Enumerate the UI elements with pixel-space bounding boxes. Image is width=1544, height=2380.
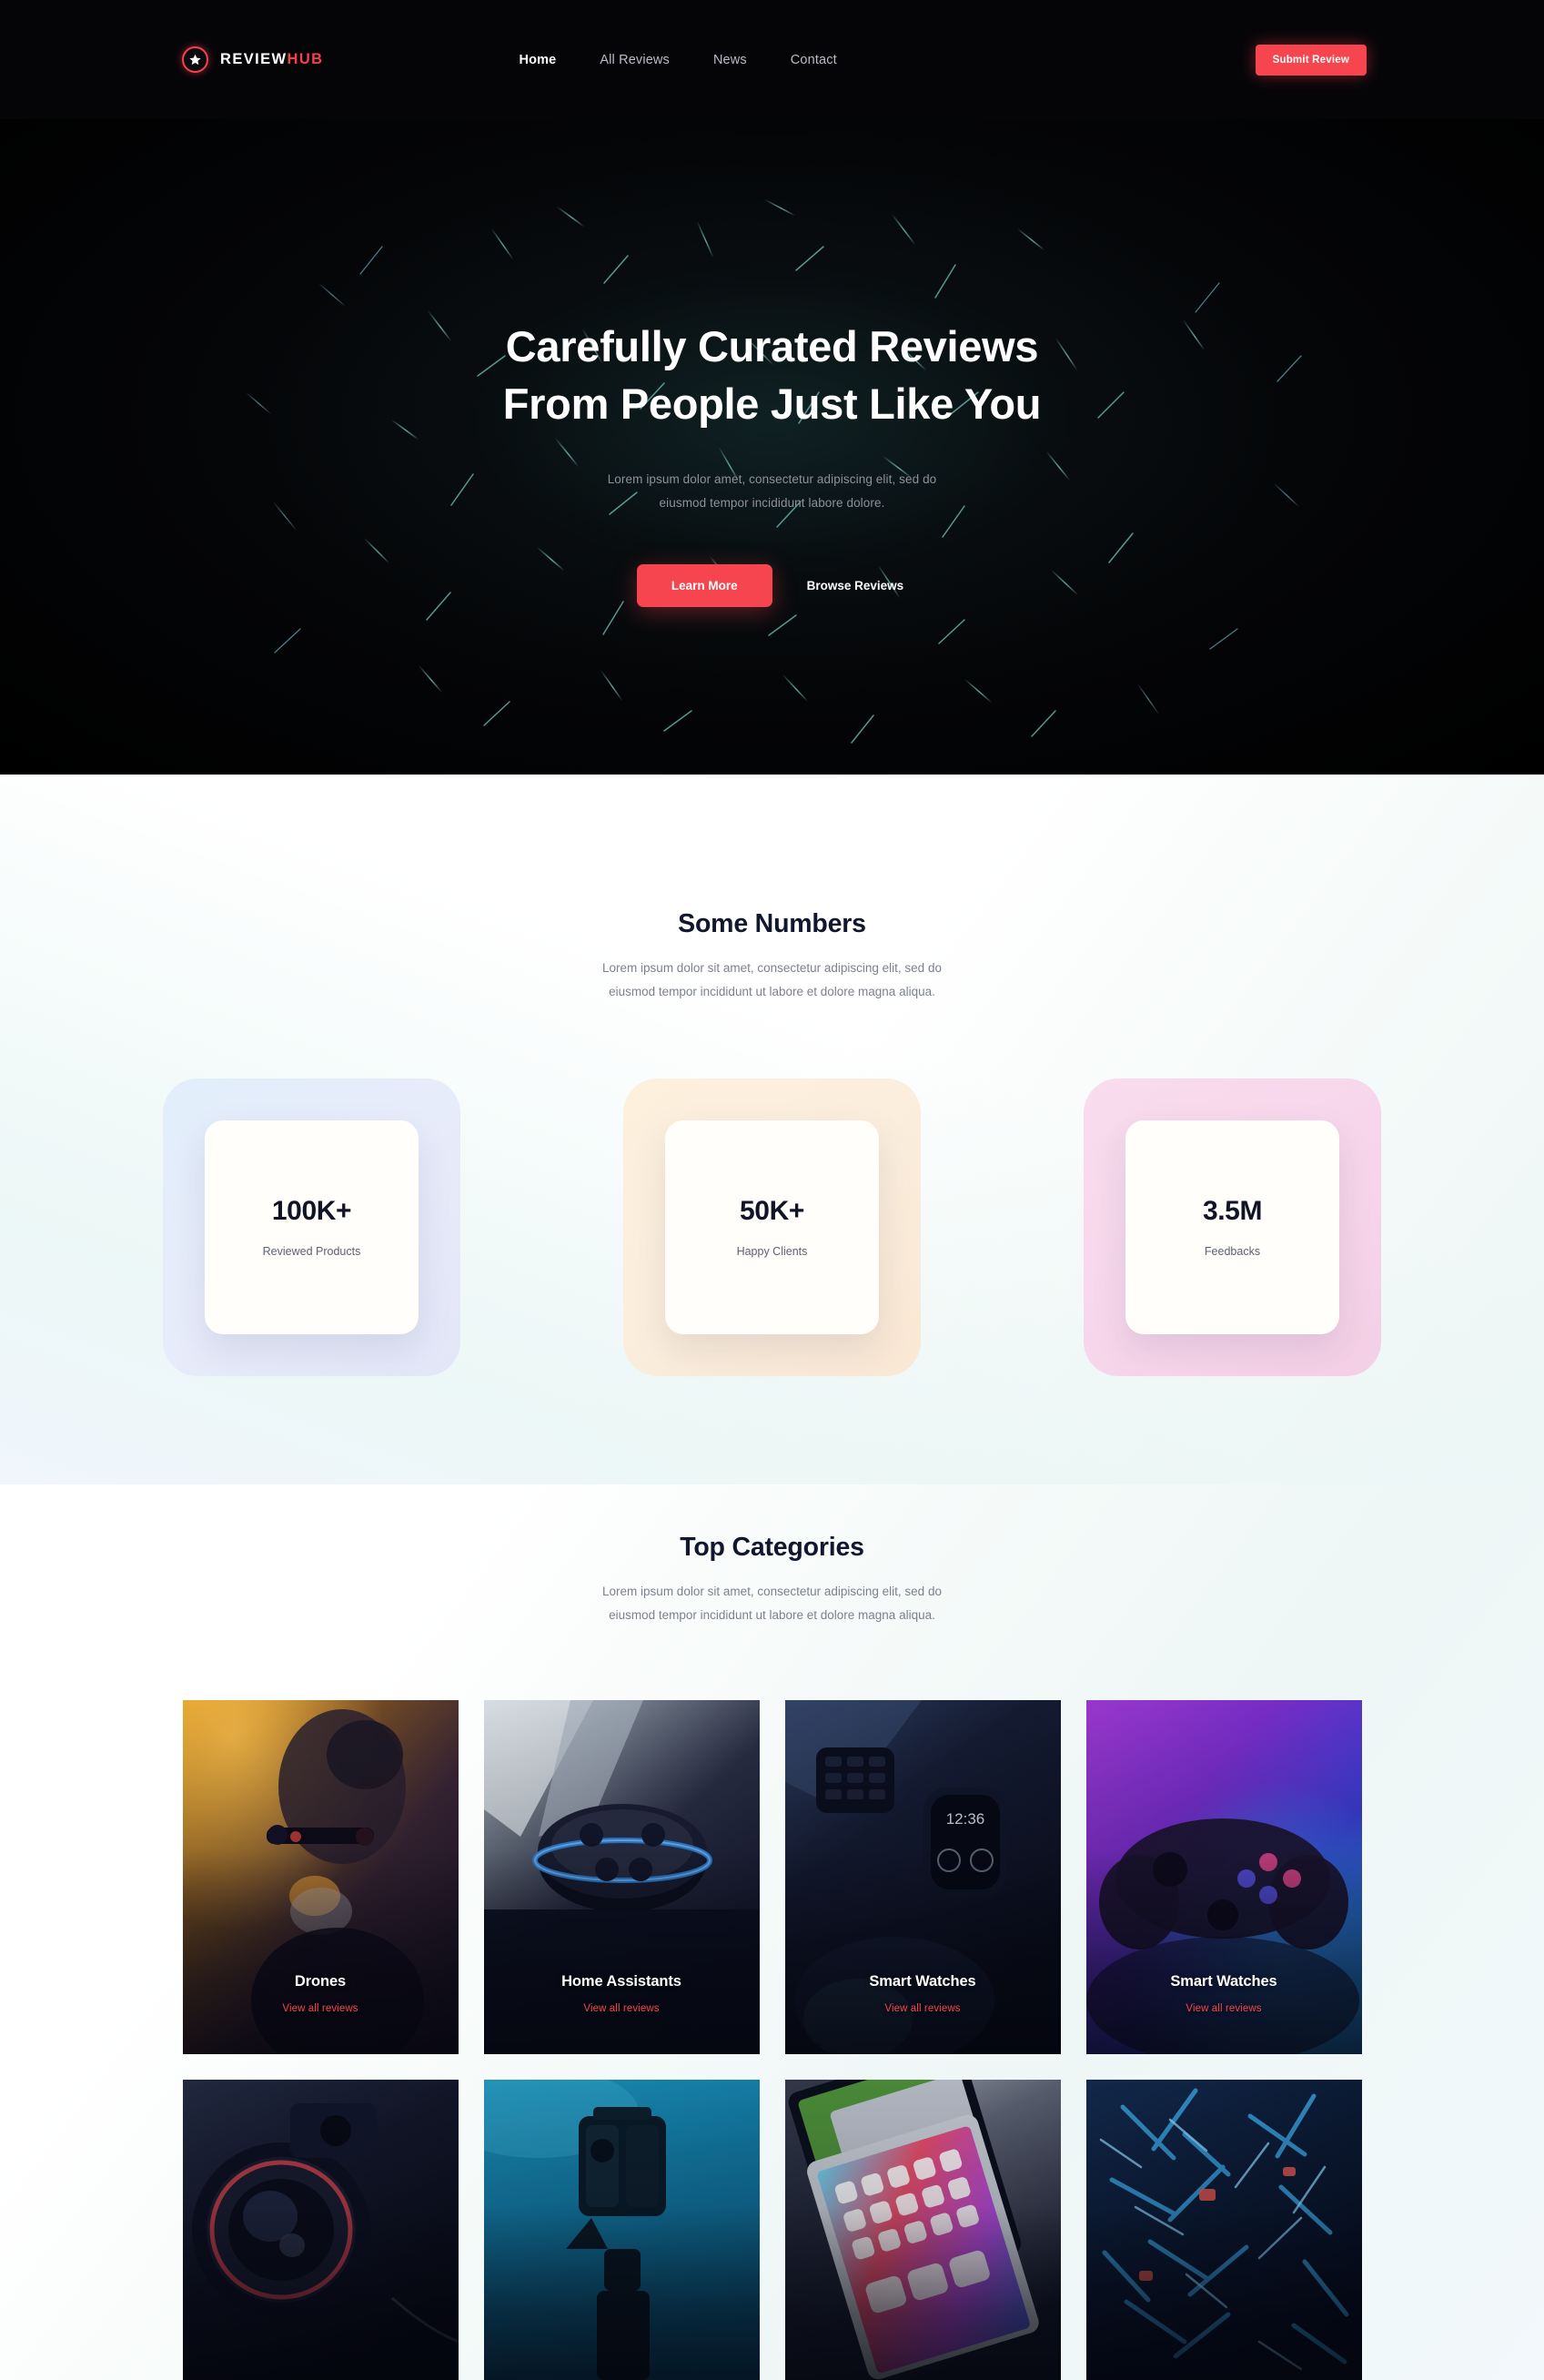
category-card-tablets[interactable] xyxy=(784,2079,1061,2380)
hero-subtitle-line-1: Lorem ipsum dolor amet, consectetur adip… xyxy=(607,472,937,486)
hero-section: Carefully Curated Reviews From People Ju… xyxy=(0,119,1544,775)
nav-item-all-reviews[interactable]: All Reviews xyxy=(600,53,670,67)
view-all-reviews-link[interactable]: View all reviews xyxy=(1086,2003,1362,2014)
submit-review-button[interactable]: Submit Review xyxy=(1255,44,1367,76)
stats-section: Some Numbers Lorem ipsum dolor sit amet,… xyxy=(0,775,1544,1376)
category-name: Home Assistants xyxy=(561,1972,681,1990)
stats-header: Some Numbers Lorem ipsum dolor sit amet,… xyxy=(0,909,1544,1004)
categories-header: Top Categories Lorem ipsum dolor sit ame… xyxy=(0,1533,1544,1627)
category-card-drones[interactable]: Drones View all reviews xyxy=(182,1699,459,2054)
categories-description-line-2: eiusmod tempor incididunt ut labore et d… xyxy=(609,1607,935,1622)
nav-item-news[interactable]: News xyxy=(713,53,747,67)
category-name: Smart Watches xyxy=(1170,1972,1277,1990)
category-card-home-assistants[interactable]: Home Assistants View all reviews xyxy=(483,1699,760,2054)
category-card-smart-watches-2[interactable]: Smart Watches View all reviews xyxy=(1085,1699,1362,2054)
hero-subtitle: Lorem ipsum dolor amet, consectetur adip… xyxy=(0,468,1544,516)
browse-reviews-button[interactable]: Browse Reviews xyxy=(803,564,908,607)
brand-logo[interactable]: REVIEWHUB xyxy=(182,46,323,73)
view-all-reviews-link[interactable]: View all reviews xyxy=(785,2003,1061,2014)
category-grid-row-1: Drones View all reviews Home Assistants … xyxy=(0,1699,1544,2054)
view-all-reviews-link[interactable]: View all reviews xyxy=(183,2003,459,2014)
categories-description: Lorem ipsum dolor sit amet, consectetur … xyxy=(0,1580,1544,1627)
category-overlay xyxy=(483,2079,760,2380)
star-in-circle-icon xyxy=(182,46,208,73)
category-name: Drones xyxy=(294,1972,347,1990)
brand-wordmark: REVIEWHUB xyxy=(220,51,323,68)
learn-more-button[interactable]: Learn More xyxy=(636,563,772,607)
stat-label: Happy Clients xyxy=(736,1245,808,1259)
category-card-smart-watches-1[interactable]: 12:36 Smart Watches View all reviews xyxy=(784,1699,1061,2054)
hero-subtitle-line-2: eiusmod tempor incididunt labore dolore. xyxy=(659,496,885,511)
category-card-cameras[interactable] xyxy=(182,2079,459,2380)
category-overlay xyxy=(784,2079,1061,2380)
categories-section: Top Categories Lorem ipsum dolor sit ame… xyxy=(0,1376,1544,2380)
category-name: Smart Watches xyxy=(869,1972,976,1990)
stat-card-feedbacks: 3.5M Feedbacks xyxy=(1084,1078,1381,1376)
stats-title: Some Numbers xyxy=(678,909,866,938)
stat-card-happy-clients: 50K+ Happy Clients xyxy=(623,1078,921,1376)
stat-label: Reviewed Products xyxy=(262,1245,361,1259)
stats-description-line-1: Lorem ipsum dolor sit amet, consectetur … xyxy=(602,961,942,975)
primary-navigation: Home All Reviews News Contact xyxy=(519,53,836,67)
nav-item-contact[interactable]: Contact xyxy=(791,53,837,67)
stat-card-reviewed-products: 100K+ Reviewed Products xyxy=(163,1078,460,1376)
stat-value: 50K+ xyxy=(740,1196,804,1227)
category-grid-row-2 xyxy=(0,2079,1544,2380)
category-card-tech[interactable] xyxy=(1085,2079,1362,2380)
hero-title: Carefully Curated Reviews From People Ju… xyxy=(0,319,1544,432)
hero-title-line-1: Carefully Curated Reviews xyxy=(505,322,1039,370)
hero-actions: Learn More Browse Reviews xyxy=(0,563,1544,607)
stats-description-line-2: eiusmod tempor incididunt ut labore et d… xyxy=(609,984,935,998)
categories-title: Top Categories xyxy=(680,1532,864,1562)
category-card-action-cameras[interactable] xyxy=(483,2079,760,2380)
nav-item-home[interactable]: Home xyxy=(519,53,556,67)
category-overlay xyxy=(1085,2079,1362,2380)
stat-value: 3.5M xyxy=(1202,1196,1263,1227)
view-all-reviews-link[interactable]: View all reviews xyxy=(484,2003,760,2014)
brand-word-primary: REVIEW xyxy=(220,51,288,67)
stat-label: Feedbacks xyxy=(1204,1245,1261,1259)
stats-description: Lorem ipsum dolor sit amet, consectetur … xyxy=(0,957,1544,1004)
stats-row: 100K+ Reviewed Products 50K+ Happy Clien… xyxy=(0,1078,1544,1376)
brand-word-accent: HUB xyxy=(287,51,324,67)
categories-description-line-1: Lorem ipsum dolor sit amet, consectetur … xyxy=(602,1584,942,1598)
hero-title-line-2: From People Just Like You xyxy=(502,379,1042,428)
category-overlay xyxy=(182,2079,459,2380)
stat-value: 100K+ xyxy=(271,1196,352,1227)
site-header: REVIEWHUB Home All Reviews News Contact … xyxy=(0,0,1544,119)
